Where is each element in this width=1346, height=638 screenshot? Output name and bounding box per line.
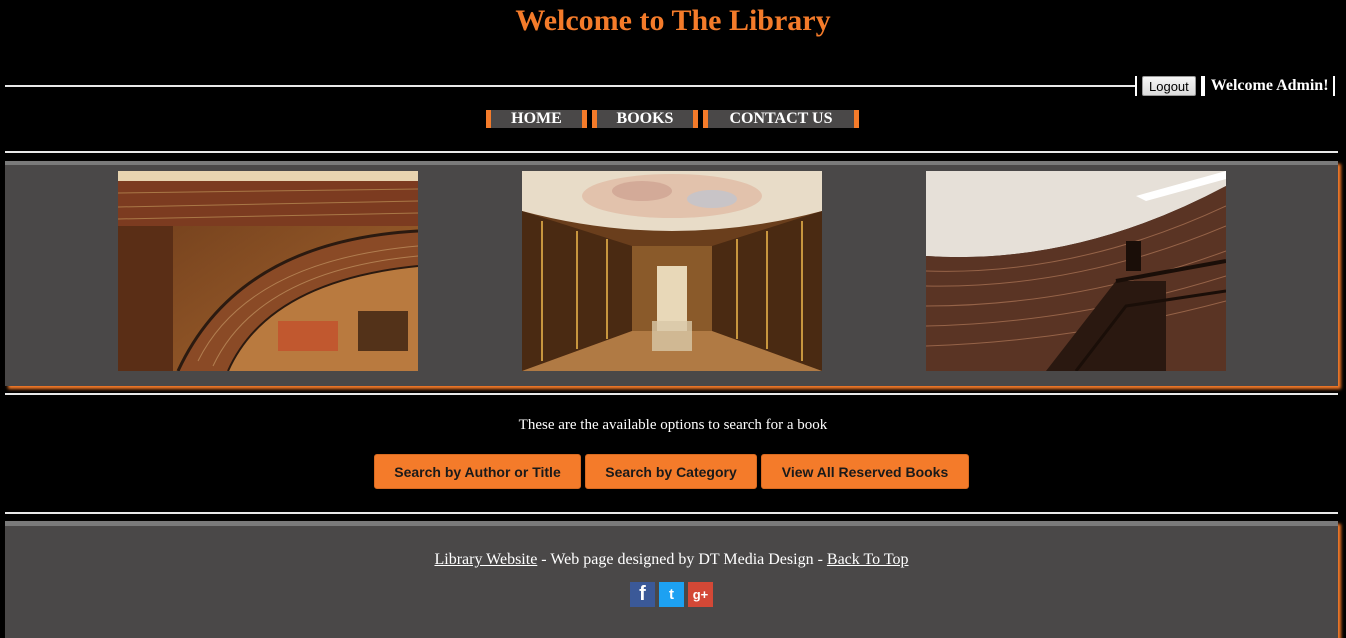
social-links: f t g+: [630, 582, 713, 607]
facebook-icon[interactable]: f: [630, 582, 655, 607]
image-gallery: [5, 161, 1338, 386]
library-website-link[interactable]: Library Website: [434, 551, 537, 568]
twitter-icon[interactable]: t: [659, 582, 684, 607]
main-nav: HOME BOOKS CONTACT US: [486, 110, 859, 128]
divider: [5, 393, 1338, 395]
welcome-message: Welcome Admin!: [1210, 77, 1329, 94]
nav-contact-us[interactable]: CONTACT US: [703, 110, 859, 128]
library-photo: [118, 171, 418, 371]
divider: [5, 151, 1338, 153]
view-reserved-books-button[interactable]: View All Reserved Books: [761, 454, 969, 489]
user-bar: Logout Welcome Admin!: [1135, 76, 1335, 96]
divider: [5, 512, 1338, 514]
divider: [1332, 76, 1335, 96]
search-by-author-title-button[interactable]: Search by Author or Title: [374, 454, 581, 489]
search-by-category-button[interactable]: Search by Category: [585, 454, 757, 489]
library-photo: [522, 171, 822, 371]
nav-books[interactable]: BOOKS: [592, 110, 698, 128]
divider: [1135, 76, 1137, 96]
back-to-top-link[interactable]: Back To Top: [827, 551, 909, 568]
google-plus-icon[interactable]: g+: [688, 582, 713, 607]
footer-credits: Library Website - Web page designed by D…: [5, 551, 1338, 569]
search-options: Search by Author or Title Search by Cate…: [374, 454, 969, 489]
search-intro-text: These are the available options to searc…: [518, 417, 828, 433]
page: Welcome to The Library Logout Welcome Ad…: [0, 0, 1346, 638]
page-title: Welcome to The Library: [515, 4, 831, 37]
library-photo: [926, 171, 1226, 371]
nav-home[interactable]: HOME: [486, 110, 587, 128]
logout-button[interactable]: Logout: [1142, 76, 1196, 96]
header-divider: [5, 85, 1135, 87]
divider: [1200, 76, 1205, 96]
footer-credit-text: - Web page designed by DT Media Design -: [537, 551, 827, 568]
footer: Library Website - Web page designed by D…: [5, 521, 1338, 638]
